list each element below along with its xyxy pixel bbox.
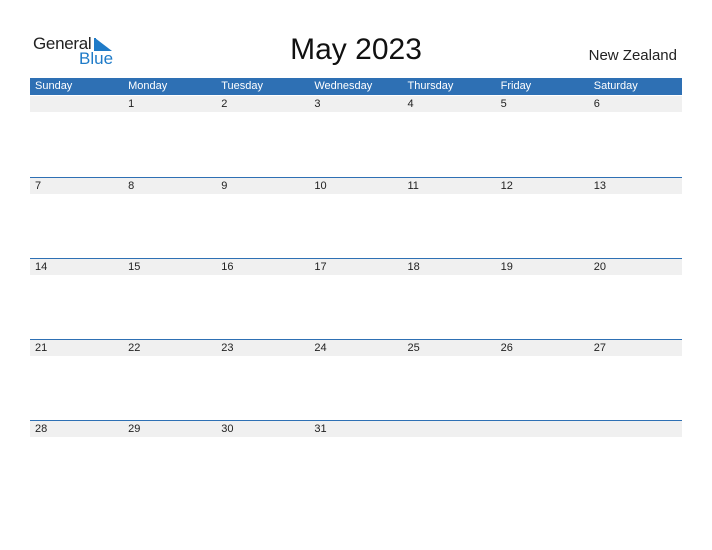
week-row: 1 2 3 4 5 6 (30, 95, 682, 177)
date-bar: 7 8 9 10 11 12 13 (30, 178, 682, 194)
week-row: 14 15 16 17 18 19 20 (30, 258, 682, 339)
day-cell: 16 (221, 261, 234, 273)
day-cell: 12 (500, 180, 513, 192)
day-cell: 13 (593, 180, 606, 192)
day-cell: 26 (500, 342, 513, 354)
date-bar: 21 22 23 24 25 26 27 (30, 340, 682, 356)
day-cell: 29 (128, 423, 141, 435)
day-cell: 11 (407, 180, 419, 192)
day-cell: 10 (314, 180, 327, 192)
day-cell (30, 96, 123, 112)
day-cell: 6 (593, 98, 600, 110)
day-cell: 25 (407, 342, 420, 354)
weekday-friday: Friday (500, 80, 532, 92)
date-bar: 1 2 3 4 5 6 (30, 96, 682, 112)
day-cell: 3 (314, 98, 321, 110)
weekday-thursday: Thursday (407, 80, 454, 92)
day-cell: 4 (407, 98, 414, 110)
day-cell: 27 (593, 342, 606, 354)
week-row: 28 29 30 31 (30, 420, 682, 501)
day-cell: 28 (35, 423, 48, 435)
date-bar: 14 15 16 17 18 19 20 (30, 259, 682, 275)
day-cell: 1 (128, 98, 135, 110)
day-cell: 17 (314, 261, 327, 273)
day-cell: 20 (593, 261, 606, 273)
day-cell: 9 (221, 180, 228, 192)
day-cell: 5 (500, 98, 507, 110)
day-cell: 22 (128, 342, 141, 354)
date-bar: 28 29 30 31 (30, 421, 682, 437)
day-cell: 23 (221, 342, 234, 354)
day-cell: 2 (221, 98, 228, 110)
day-cell: 30 (221, 423, 234, 435)
day-cell: 14 (35, 261, 48, 273)
day-cell: 24 (314, 342, 327, 354)
day-cell: 15 (128, 261, 141, 273)
week-row: 21 22 23 24 25 26 27 (30, 339, 682, 420)
weekday-monday: Monday (128, 80, 168, 92)
weekday-sunday: Sunday (35, 80, 73, 92)
day-cell: 8 (128, 180, 135, 192)
calendar-grid: Sunday Monday Tuesday Wednesday Thursday… (30, 78, 682, 501)
day-cell (496, 421, 589, 437)
day-cell: 18 (407, 261, 420, 273)
day-cell (403, 421, 496, 437)
day-cell: 7 (35, 180, 42, 192)
weekday-header: Sunday Monday Tuesday Wednesday Thursday… (30, 78, 682, 95)
day-cell: 21 (35, 342, 48, 354)
weekday-wednesday: Wednesday (314, 80, 373, 92)
weekday-saturday: Saturday (593, 80, 638, 92)
day-cell (589, 421, 682, 437)
week-row: 7 8 9 10 11 12 13 (30, 177, 682, 258)
day-cell: 31 (314, 423, 327, 435)
weekday-tuesday: Tuesday (221, 80, 264, 92)
country-label: New Zealand (588, 47, 677, 64)
day-cell: 19 (500, 261, 513, 273)
